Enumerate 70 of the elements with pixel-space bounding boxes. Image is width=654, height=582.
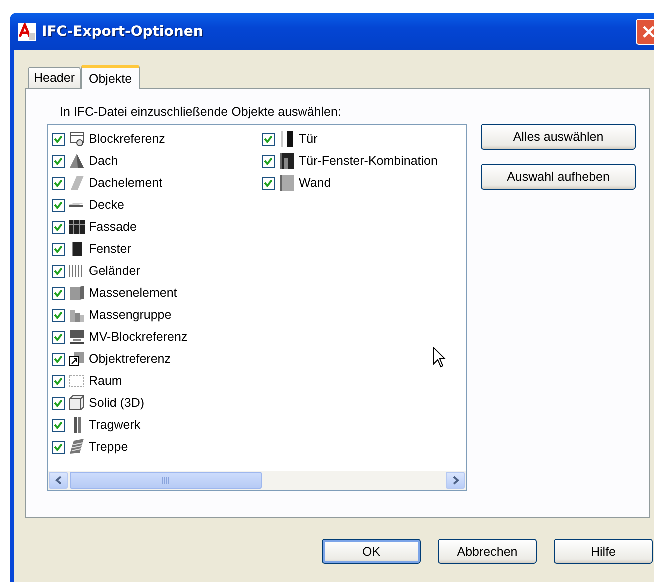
close-icon [642, 24, 654, 38]
item-label: Geländer [89, 264, 140, 278]
item-label: Solid (3D) [89, 396, 145, 410]
window-title: IFC-Export-Optionen [42, 24, 204, 40]
grip-icon [162, 477, 170, 484]
scrollbar-thumb[interactable] [70, 472, 262, 489]
item-label: Fassade [89, 220, 137, 234]
checkbox[interactable] [52, 352, 65, 366]
item-label: MV-Blockreferenz [89, 330, 188, 344]
item-label: Massengruppe [89, 308, 172, 322]
item-label: Decke [89, 198, 124, 212]
action-button[interactable]: Alles auswählen [481, 124, 636, 150]
item-label: Massenelement [89, 286, 178, 300]
checkbox[interactable] [52, 374, 65, 388]
dialog-button[interactable]: OK [322, 539, 421, 564]
scroll-right-button[interactable] [446, 472, 465, 489]
checkbox[interactable] [52, 242, 65, 256]
stairs-icon [69, 439, 85, 455]
item-label: Tür [299, 132, 318, 146]
cube-icon [69, 285, 85, 301]
dialog-button[interactable]: Abbrechen [438, 539, 537, 564]
item-label: Objektreferenz [89, 352, 171, 366]
checkbox[interactable] [52, 154, 65, 168]
item-label: Wand [299, 176, 332, 190]
item-label: Treppe [89, 440, 128, 454]
checkbox[interactable] [52, 330, 65, 344]
action-button[interactable]: Auswahl aufheben [481, 164, 636, 190]
chevron-left-icon [54, 476, 62, 485]
facade-icon [69, 219, 85, 235]
item-label: Dachelement [89, 176, 163, 190]
checkbox[interactable] [262, 154, 275, 168]
app-icon [18, 22, 36, 40]
checkbox[interactable] [52, 198, 65, 212]
tab[interactable]: Header [28, 67, 81, 88]
checkbox[interactable] [52, 418, 65, 432]
checkbox[interactable] [52, 396, 65, 410]
cursor-icon [433, 347, 446, 368]
railing-icon [69, 263, 85, 279]
instruction-text: In IFC-Datei einzuschließende Objekte auswählen: [60, 105, 342, 121]
monitor-icon [69, 329, 85, 345]
item-label: Fenster [89, 242, 132, 256]
item-label: Tragwerk [89, 418, 141, 432]
checkbox[interactable] [262, 176, 275, 190]
checkbox[interactable] [262, 132, 275, 146]
box-icon [69, 395, 85, 411]
scroll-left-button[interactable] [49, 472, 68, 489]
checkbox[interactable] [52, 220, 65, 234]
item-label: Raum [89, 374, 122, 388]
item-label: Blockreferenz [89, 132, 166, 146]
slab-icon [69, 175, 85, 191]
checkbox[interactable] [52, 308, 65, 322]
chevron-right-icon [452, 476, 460, 485]
checkbox[interactable] [52, 440, 65, 454]
checkbox[interactable] [52, 264, 65, 278]
item-label: Tür-Fenster-Kombination [299, 154, 438, 168]
item-label: Dach [89, 154, 118, 168]
wall-icon [279, 175, 295, 191]
tab[interactable]: Objekte [81, 65, 140, 89]
door-icon [279, 131, 295, 147]
roof-icon [69, 153, 85, 169]
room-icon [69, 373, 85, 389]
checkbox[interactable] [52, 132, 65, 146]
checkbox[interactable] [52, 286, 65, 300]
panel-icon [69, 241, 85, 257]
dialog-button[interactable]: Hilfe [554, 539, 653, 564]
block-icon [69, 131, 85, 147]
shortcut-icon [69, 351, 85, 367]
door-window-icon [279, 153, 295, 169]
cubes-icon [69, 307, 85, 323]
checkbox[interactable] [52, 176, 65, 190]
